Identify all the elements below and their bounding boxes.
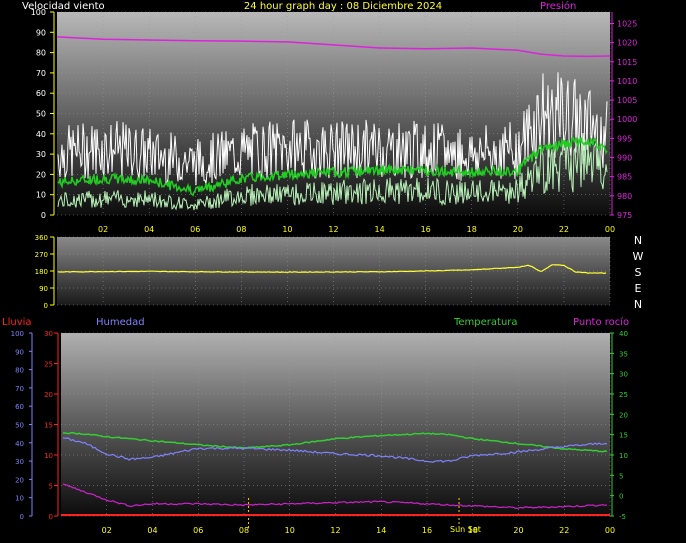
temp-tick-label: 40 xyxy=(619,330,628,338)
x-tick-label: 10 xyxy=(285,526,295,535)
y2-tick-label: 1020 xyxy=(617,39,637,48)
x-tick-label: 04 xyxy=(144,225,154,234)
sunset-label: Sun Set xyxy=(450,525,481,534)
temp-tick-label: 30 xyxy=(619,371,628,379)
rain-tick-label: 25 xyxy=(44,361,53,369)
rain-tick-label: 15 xyxy=(44,422,53,430)
humidity-tick-label: 50 xyxy=(15,422,24,430)
y2-tick-label: 995 xyxy=(617,134,632,143)
direction-tick-label: 360 xyxy=(35,234,48,242)
y-tick-label: 80 xyxy=(36,49,46,58)
y-tick-label: 70 xyxy=(36,69,46,78)
humidity-tick-label: 70 xyxy=(15,385,24,393)
temp-tick-label: 10 xyxy=(619,452,628,460)
y2-tick-label: 1000 xyxy=(617,115,637,124)
humidity-tick-label: 20 xyxy=(15,476,24,484)
x-tick-label: 16 xyxy=(421,225,431,234)
x-tick-label: 00 xyxy=(605,526,615,535)
x-tick-label: 12 xyxy=(328,225,338,234)
x-tick-label: 06 xyxy=(193,526,203,535)
weather-graph-canvas: Velocidad viento 24 hour graph day : 08 … xyxy=(2,0,644,535)
temp-tick-label: 20 xyxy=(619,411,628,419)
x-tick-label: 18 xyxy=(467,225,477,234)
humidity-tick-label: 0 xyxy=(20,513,24,521)
dewpoint-label: Punto rocío xyxy=(573,316,629,328)
temp-tick-label: -5 xyxy=(619,513,626,521)
y2-tick-label: 975 xyxy=(617,211,632,220)
y-tick-label: 0 xyxy=(41,211,46,220)
y2-tick-label: 990 xyxy=(617,154,632,163)
humidity-tick-label: 30 xyxy=(15,458,24,466)
direction-tick-label: 0 xyxy=(44,302,48,310)
x-tick-label: 22 xyxy=(559,526,569,535)
rain-tick-label: 0 xyxy=(49,513,53,521)
pressure-label: Presión xyxy=(540,0,576,12)
rain-tick-label: 20 xyxy=(44,391,53,399)
chart-title: 24 hour graph day : 08 Diciembre 2024 xyxy=(244,1,442,12)
temp-tick-label: 5 xyxy=(619,472,623,480)
humidity-tick-label: 90 xyxy=(15,348,24,356)
y2-tick-label: 1005 xyxy=(617,96,637,105)
y2-tick-label: 1010 xyxy=(617,77,637,86)
y2-tick-label: 980 xyxy=(617,192,632,201)
y-tick-label: 30 xyxy=(36,150,46,159)
y2-tick-label: 985 xyxy=(617,173,632,182)
compass-label: N xyxy=(634,298,642,311)
x-tick-label: 20 xyxy=(513,225,523,234)
y-tick-label: 100 xyxy=(31,8,46,17)
y-tick-label: 40 xyxy=(36,130,46,139)
rain-tick-label: 10 xyxy=(44,452,53,460)
humidity-label: Humedad xyxy=(96,317,145,328)
rain-label: Lluvia xyxy=(2,317,32,328)
x-tick-label: 20 xyxy=(513,526,523,535)
compass-label: S xyxy=(635,266,642,279)
temp-tick-label: 25 xyxy=(619,391,628,399)
humidity-tick-label: 80 xyxy=(15,367,24,375)
y-tick-label: 50 xyxy=(36,110,46,119)
x-tick-label: 02 xyxy=(102,526,112,535)
x-tick-label: 10 xyxy=(282,225,292,234)
temp-tick-label: 0 xyxy=(619,493,623,501)
humidity-tick-label: 40 xyxy=(15,440,24,448)
rain-tick-label: 30 xyxy=(44,330,53,338)
y-tick-label: 90 xyxy=(36,28,46,37)
x-tick-label: 06 xyxy=(190,225,200,234)
x-tick-label: 22 xyxy=(559,225,569,234)
y-tick-label: 10 xyxy=(36,191,46,200)
x-tick-label: 12 xyxy=(330,526,340,535)
temp-tick-label: 15 xyxy=(619,432,628,440)
compass-label: W xyxy=(633,250,644,263)
direction-tick-label: 180 xyxy=(35,268,48,276)
x-tick-label: 00 xyxy=(605,225,615,234)
x-tick-label: 02 xyxy=(98,225,108,234)
compass-label: E xyxy=(635,282,642,295)
compass-label: N xyxy=(634,234,642,247)
x-tick-label: 08 xyxy=(236,225,246,234)
humidity-tick-label: 60 xyxy=(15,403,24,411)
temperature-label: Temperatura xyxy=(453,317,518,328)
humidity-tick-label: 100 xyxy=(11,330,24,338)
y2-tick-label: 1015 xyxy=(617,58,637,67)
y-tick-label: 20 xyxy=(36,170,46,179)
y2-tick-label: 1025 xyxy=(617,19,637,28)
x-tick-label: 14 xyxy=(376,526,386,535)
rain-tick-label: 5 xyxy=(49,483,53,491)
temp-tick-label: 35 xyxy=(619,350,628,358)
x-tick-label: 04 xyxy=(147,526,157,535)
direction-tick-label: 90 xyxy=(39,285,48,293)
x-tick-label: 08 xyxy=(239,526,249,535)
y-tick-label: 60 xyxy=(36,89,46,98)
x-tick-label: 16 xyxy=(422,526,432,535)
humidity-panel-background xyxy=(61,333,610,516)
humidity-tick-label: 10 xyxy=(15,495,24,503)
x-tick-label: 14 xyxy=(374,225,384,234)
direction-tick-label: 270 xyxy=(35,251,48,259)
